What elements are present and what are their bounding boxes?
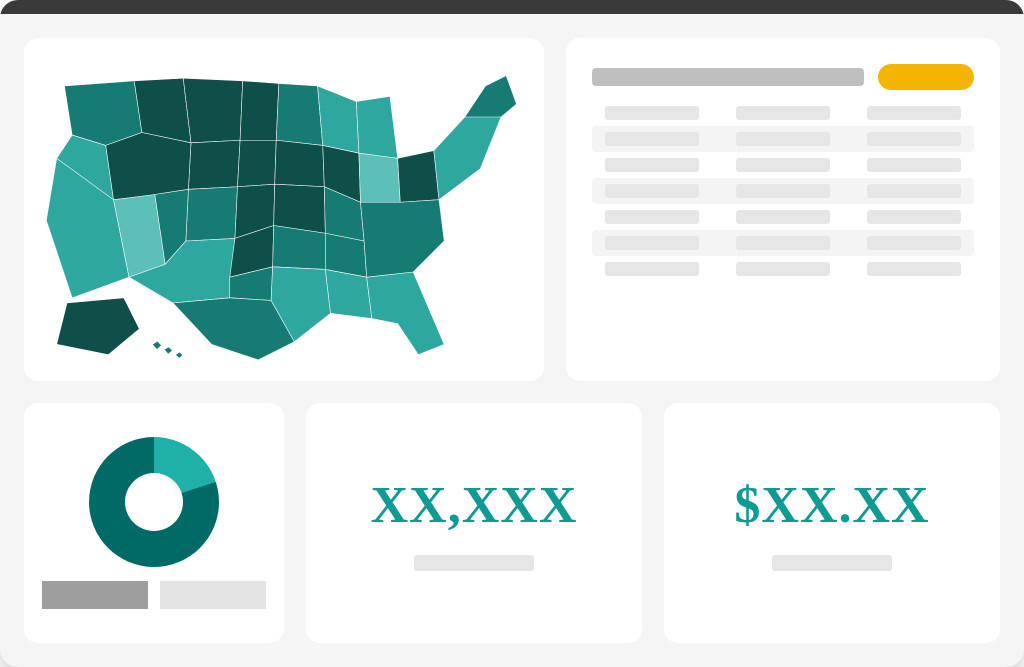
state-me (465, 75, 517, 116)
state-mn (276, 83, 323, 145)
stat-currency-value: $XX.XX (734, 476, 929, 535)
state-ar (273, 225, 326, 269)
state-mi (356, 96, 397, 158)
table-row (592, 262, 974, 276)
data-table-card (566, 38, 1000, 381)
table-title-placeholder (592, 68, 864, 86)
stat-count-card: XX,XXX (306, 403, 642, 643)
donut-chart-card (24, 403, 284, 643)
state-mt (183, 78, 242, 143)
state-co (186, 186, 238, 240)
state-wa (64, 80, 141, 145)
state-ut-blk (106, 132, 191, 199)
state-ms-al (325, 269, 372, 318)
state-va-wv-nc-sc (360, 199, 444, 277)
stat-count-sublabel (414, 555, 534, 571)
table-row (592, 106, 974, 120)
donut-chart (89, 437, 219, 567)
state-wy (188, 140, 240, 189)
state-sd (238, 140, 277, 187)
state-ak (57, 297, 140, 354)
us-map-card (24, 38, 544, 381)
state-mo (274, 184, 326, 233)
state-nd (240, 80, 279, 139)
table-row (592, 158, 974, 172)
table-row (592, 178, 974, 204)
us-choropleth-map (36, 55, 532, 365)
bottom-row: XX,XXX $XX.XX (24, 403, 1000, 643)
action-pill-button[interactable] (878, 64, 974, 90)
state-in-oh (359, 153, 400, 202)
state-ga-fl (367, 272, 445, 355)
table-header-row (592, 64, 974, 90)
table-row (592, 230, 974, 256)
state-hi (152, 341, 182, 358)
stat-currency-sublabel (772, 555, 892, 571)
app-window: XX,XXX $XX.XX (0, 0, 1024, 667)
state-wi (318, 86, 359, 153)
stat-count-value: XX,XXX (371, 476, 578, 535)
state-pa (398, 150, 439, 202)
state-ia (275, 140, 325, 187)
table-body (592, 106, 974, 363)
donut-legend (42, 581, 266, 609)
dashboard-grid: XX,XXX $XX.XX (0, 14, 1024, 667)
legend-swatch-a (42, 581, 148, 609)
legend-swatch-b (160, 581, 266, 609)
table-row (592, 126, 974, 152)
stat-currency-card: $XX.XX (664, 403, 1000, 643)
table-row (592, 210, 974, 224)
window-titlebar (0, 0, 1024, 14)
